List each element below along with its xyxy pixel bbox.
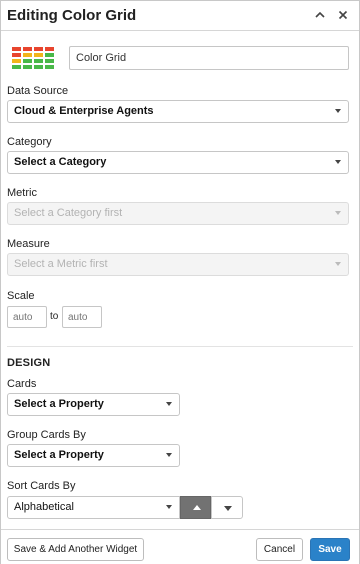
metric-value: Select a Category first <box>14 207 123 219</box>
cards-select[interactable]: Select a Property <box>7 393 180 416</box>
caret-down-icon <box>335 211 341 215</box>
group-cards-by-label: Group Cards By <box>7 429 86 441</box>
category-label: Category <box>7 136 52 148</box>
sort-cards-by-label: Sort Cards By <box>7 480 76 492</box>
caret-down-icon <box>335 160 341 164</box>
sort-direction-dropdown[interactable] <box>211 496 243 519</box>
data-source-label: Data Source <box>7 85 69 97</box>
measure-select: Select a Metric first <box>7 253 349 276</box>
group-cards-by-value: Select a Property <box>14 449 104 461</box>
close-icon[interactable] <box>334 5 352 25</box>
sort-cards-by-select[interactable]: Alphabetical <box>7 496 180 519</box>
metric-select: Select a Category first <box>7 202 349 225</box>
caret-down-icon <box>166 402 172 406</box>
panel-title: Editing Color Grid <box>7 7 137 24</box>
cancel-button[interactable]: Cancel <box>256 538 303 561</box>
cards-label: Cards <box>7 378 37 390</box>
cards-value: Select a Property <box>14 398 104 410</box>
widget-editor-panel: Editing Color Grid Data Source Cloud & E… <box>0 0 360 564</box>
category-select[interactable]: Select a Category <box>7 151 349 174</box>
design-heading: DESIGN <box>7 357 51 369</box>
measure-value: Select a Metric first <box>14 258 108 270</box>
save-button[interactable]: Save <box>310 538 350 561</box>
caret-down-icon <box>335 262 341 266</box>
caret-down-icon <box>166 505 172 509</box>
sort-ascending-button[interactable] <box>180 496 211 519</box>
save-and-add-widget-button[interactable]: Save & Add Another Widget <box>7 538 144 561</box>
measure-label: Measure <box>7 238 50 250</box>
group-cards-by-select[interactable]: Select a Property <box>7 444 180 467</box>
scale-max-input[interactable] <box>62 306 102 328</box>
caret-down-icon <box>335 109 341 113</box>
section-divider <box>7 346 353 347</box>
color-grid-icon <box>7 39 57 77</box>
data-source-select[interactable]: Cloud & Enterprise Agents <box>7 100 349 123</box>
scale-min-input[interactable] <box>7 306 47 328</box>
scale-to-label: to <box>50 311 59 322</box>
sort-cards-by-value: Alphabetical <box>14 501 74 513</box>
scale-label: Scale <box>7 290 35 302</box>
panel-header: Editing Color Grid <box>1 1 359 31</box>
widget-name-input[interactable] <box>69 46 349 70</box>
caret-down-icon <box>166 453 172 457</box>
caret-down-icon <box>224 506 232 511</box>
metric-label: Metric <box>7 187 37 199</box>
chevron-up-icon[interactable] <box>311 5 329 25</box>
triangle-up-icon <box>193 505 201 510</box>
category-value: Select a Category <box>14 156 107 168</box>
data-source-value: Cloud & Enterprise Agents <box>14 105 154 117</box>
